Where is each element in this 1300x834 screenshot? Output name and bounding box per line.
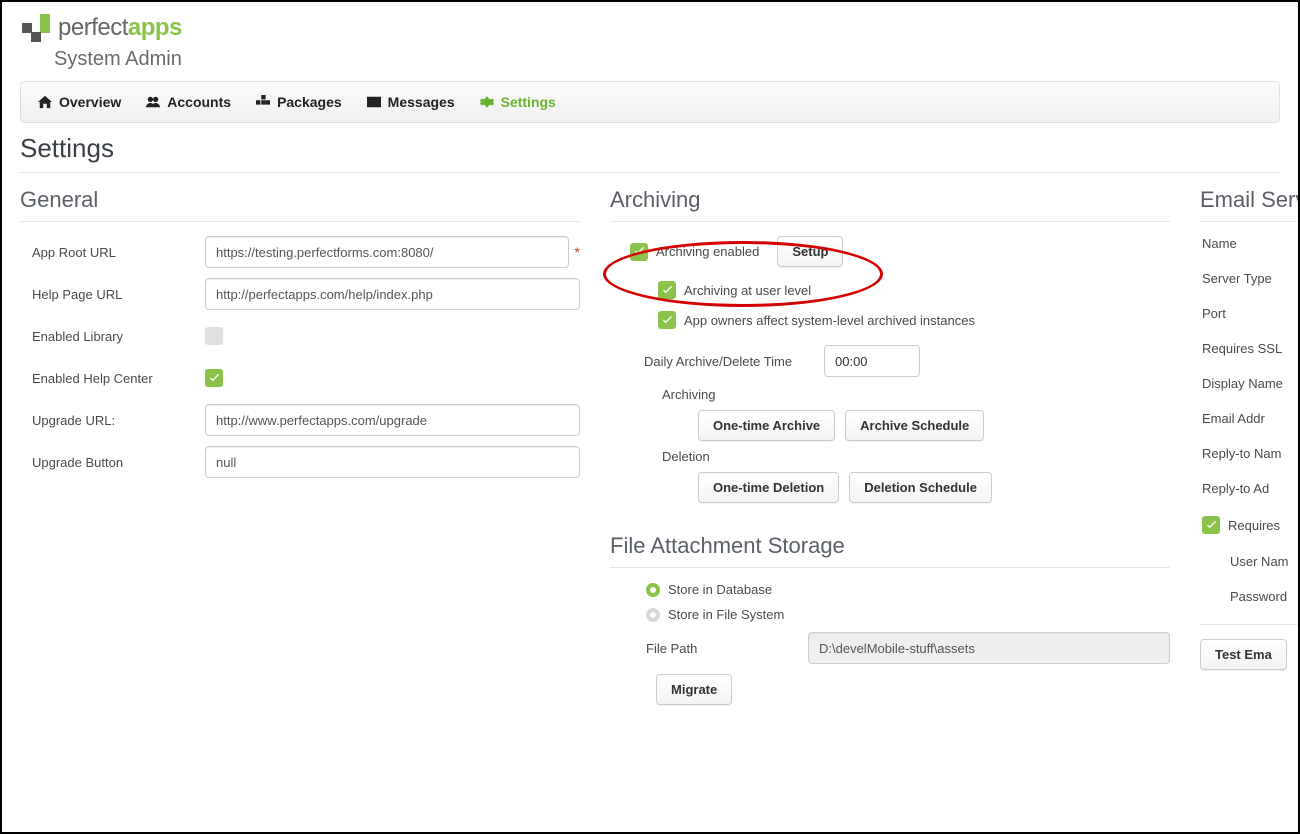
upgrade-button-label: Upgrade Button: [20, 455, 205, 470]
email-title: Email Serv: [1200, 181, 1300, 222]
migrate-row: Migrate: [610, 674, 1170, 705]
required-icon: *: [575, 244, 580, 260]
nav-accounts[interactable]: Accounts: [135, 92, 241, 112]
owners-affect-checkbox[interactable]: [658, 311, 676, 329]
file-path-label: File Path: [646, 641, 796, 656]
help-page-url-input[interactable]: [205, 278, 580, 310]
archiving-title: Archiving: [610, 181, 1170, 222]
home-icon: [37, 95, 53, 109]
email-requires-row: Requires: [1200, 516, 1300, 534]
upgrade-url-input[interactable]: [205, 404, 580, 436]
envelope-icon: [366, 95, 382, 109]
brand-text: perfectapps: [58, 14, 182, 42]
archive-schedule-button[interactable]: Archive Schedule: [845, 410, 984, 441]
nav-accounts-label: Accounts: [167, 94, 231, 110]
brand-apps: apps: [128, 14, 182, 41]
upgrade-url-label: Upgrade URL:: [20, 413, 205, 428]
upgrade-url-row: Upgrade URL:: [20, 404, 580, 436]
migrate-button[interactable]: Migrate: [656, 674, 732, 705]
archiving-user-level-label: Archiving at user level: [684, 283, 811, 298]
header: perfectapps: [2, 2, 1298, 50]
email-requires-checkbox[interactable]: [1202, 516, 1220, 534]
main-nav: Overview Accounts Packages Messages Sett…: [20, 81, 1280, 123]
enabled-help-center-label: Enabled Help Center: [20, 371, 205, 386]
deletion-btn-row: One-time Deletion Deletion Schedule: [698, 472, 1170, 503]
logo-icon: [22, 14, 50, 42]
store-db-radio[interactable]: [646, 583, 660, 597]
packages-icon: [255, 95, 271, 109]
archiving-sub-heading: Archiving: [662, 387, 1170, 402]
brand-subtitle: System Admin: [54, 48, 1298, 77]
file-path-row: File Path: [610, 632, 1170, 664]
archiving-user-level-checkbox[interactable]: [658, 281, 676, 299]
archiving-enabled-checkbox[interactable]: [630, 243, 648, 261]
users-icon: [145, 95, 161, 109]
upgrade-button-row: Upgrade Button: [20, 446, 580, 478]
store-db-row[interactable]: Store in Database: [610, 582, 1170, 597]
email-section: Email Serv Name Server Type Port Require…: [1200, 181, 1300, 705]
email-requires-label: Requires: [1228, 518, 1280, 533]
upgrade-button-input[interactable]: [205, 446, 580, 478]
brand-perfect: perfect: [58, 14, 128, 41]
enabled-library-row: Enabled Library: [20, 320, 580, 352]
nav-packages-label: Packages: [277, 94, 342, 110]
email-port-label: Port: [1200, 306, 1300, 321]
general-section: General App Root URL * Help Page URL Ena…: [20, 181, 580, 705]
email-display-name-label: Display Name: [1200, 376, 1300, 391]
help-page-url-label: Help Page URL: [20, 287, 205, 302]
store-fs-row[interactable]: Store in File System: [610, 607, 1170, 622]
brand-logo: perfectapps: [22, 14, 182, 42]
nav-settings-label: Settings: [501, 94, 556, 110]
enabled-library-checkbox[interactable]: [205, 327, 223, 345]
store-db-label: Store in Database: [668, 582, 772, 597]
archiving-enabled-label: Archiving enabled: [656, 244, 759, 259]
nav-overview[interactable]: Overview: [27, 92, 131, 112]
general-title: General: [20, 181, 580, 222]
enabled-help-center-row: Enabled Help Center: [20, 362, 580, 394]
archiving-section: Archiving Archiving enabled Setup Archiv…: [610, 181, 1170, 705]
store-fs-label: Store in File System: [668, 607, 784, 622]
email-username-label: User Nam: [1200, 554, 1300, 569]
email-name-label: Name: [1200, 236, 1300, 251]
one-time-deletion-button[interactable]: One-time Deletion: [698, 472, 839, 503]
app-root-url-row: App Root URL *: [20, 236, 580, 268]
app-root-url-input[interactable]: [205, 236, 569, 268]
nav-messages[interactable]: Messages: [356, 92, 465, 112]
daily-time-label: Daily Archive/Delete Time: [644, 354, 804, 369]
archiving-btn-row: One-time Archive Archive Schedule: [698, 410, 1170, 441]
help-page-url-row: Help Page URL: [20, 278, 580, 310]
deletion-schedule-button[interactable]: Deletion Schedule: [849, 472, 992, 503]
email-addr-label: Email Addr: [1200, 411, 1300, 426]
email-password-label: Password: [1200, 589, 1300, 604]
owners-affect-row: App owners affect system-level archived …: [610, 311, 1170, 329]
owners-affect-label: App owners affect system-level archived …: [684, 313, 975, 328]
file-path-input: [808, 632, 1170, 664]
email-actions: Test Ema: [1200, 624, 1300, 670]
email-server-type-label: Server Type: [1200, 271, 1300, 286]
deletion-sub-heading: Deletion: [662, 449, 1170, 464]
store-fs-radio[interactable]: [646, 608, 660, 622]
daily-time-input[interactable]: [824, 345, 920, 377]
nav-settings[interactable]: Settings: [469, 92, 566, 112]
enabled-help-center-checkbox[interactable]: [205, 369, 223, 387]
app-root-url-label: App Root URL: [20, 245, 205, 260]
archiving-enabled-row: Archiving enabled Setup: [610, 236, 1170, 267]
archiving-user-level-row: Archiving at user level: [610, 281, 1170, 299]
test-email-button[interactable]: Test Ema: [1200, 639, 1287, 670]
nav-packages[interactable]: Packages: [245, 92, 352, 112]
one-time-archive-button[interactable]: One-time Archive: [698, 410, 835, 441]
email-reply-to-name-label: Reply-to Nam: [1200, 446, 1300, 461]
email-requires-ssl-label: Requires SSL: [1200, 341, 1300, 356]
email-reply-to-addr-label: Reply-to Ad: [1200, 481, 1300, 496]
nav-messages-label: Messages: [388, 94, 455, 110]
file-storage-title: File Attachment Storage: [610, 527, 1170, 568]
daily-time-row: Daily Archive/Delete Time: [610, 345, 1170, 377]
setup-button[interactable]: Setup: [777, 236, 843, 267]
nav-overview-label: Overview: [59, 94, 121, 110]
page-title: Settings: [20, 133, 1280, 173]
enabled-library-label: Enabled Library: [20, 329, 205, 344]
gear-icon: [479, 95, 495, 109]
